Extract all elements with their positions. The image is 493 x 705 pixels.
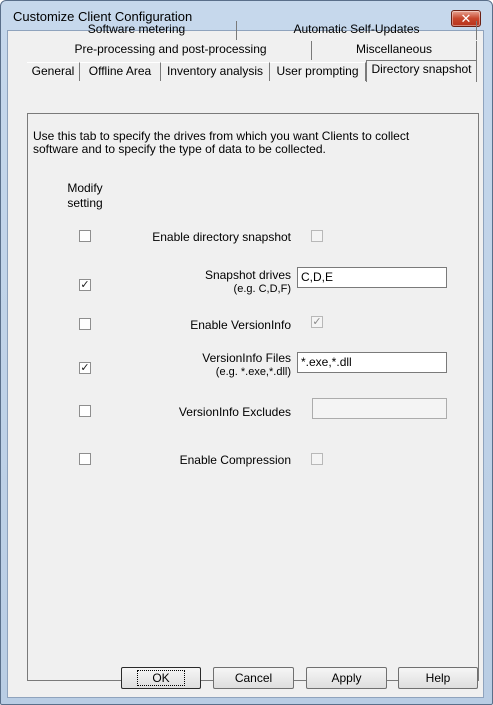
label-enable-compression: Enable Compression <box>179 453 291 467</box>
modify-checkbox-versioninfo-files[interactable]: ✓ <box>79 362 91 374</box>
tab-miscellaneous[interactable]: Miscellaneous <box>312 41 477 60</box>
label-hint: (e.g. *.exe,*.dll) <box>215 366 291 378</box>
cancel-button[interactable]: Cancel <box>213 667 294 689</box>
modify-checkbox-enable-directory-snapshot[interactable] <box>79 230 91 242</box>
label-enable-versioninfo: Enable VersionInfo <box>190 318 291 332</box>
label-versioninfo-excludes: VersionInfo Excludes <box>178 405 291 419</box>
checkbox-enable-versioninfo[interactable]: ✓ <box>311 316 323 328</box>
checkbox-enable-compression[interactable] <box>311 453 323 465</box>
tab-automatic-self-updates[interactable]: Automatic Self-Updates <box>237 21 477 40</box>
tab-pre-post-processing[interactable]: Pre-processing and post-processing <box>30 41 312 60</box>
label-text: Snapshot drives <box>204 268 291 282</box>
tab-label: Miscellaneous <box>355 42 433 56</box>
tab-inventory-analysis[interactable]: Inventory analysis <box>161 62 270 81</box>
label-versioninfo-files: VersionInfo Files (e.g. *.exe,*.dll) <box>120 351 291 379</box>
tab-offline-area[interactable]: Offline Area <box>80 62 161 81</box>
checkbox-enable-directory-snapshot[interactable] <box>311 230 323 242</box>
ok-button[interactable]: OK <box>121 667 201 689</box>
button-label: Apply <box>331 671 362 685</box>
tab-label: Software metering <box>87 22 186 36</box>
tab-label: Inventory analysis <box>166 64 264 78</box>
label-snapshot-drives: Snapshot drives (e.g. C,D,F) <box>120 268 291 296</box>
button-label: Help <box>425 671 451 685</box>
modify-checkbox-versioninfo-excludes[interactable] <box>79 405 91 417</box>
tab-label: General <box>31 64 75 78</box>
versioninfo-excludes-input[interactable] <box>312 398 447 419</box>
label-text: VersionInfo Files <box>202 351 291 365</box>
apply-button[interactable]: Apply <box>306 667 387 689</box>
tab-label: Pre-processing and post-processing <box>74 42 267 56</box>
tab-software-metering[interactable]: Software metering <box>37 21 237 40</box>
tab-general[interactable]: General <box>27 62 80 81</box>
tab-label: Offline Area <box>88 64 152 78</box>
tab-label: Directory snapshot <box>371 62 472 76</box>
button-label: OK <box>137 670 185 686</box>
tab-label: User prompting <box>276 64 359 78</box>
help-button[interactable]: Help <box>398 667 478 689</box>
modify-checkbox-enable-versioninfo[interactable] <box>79 318 91 330</box>
checkmark-icon: ✓ <box>80 279 90 291</box>
tab-label: Automatic Self-Updates <box>293 22 420 36</box>
modify-checkbox-enable-compression[interactable] <box>79 453 91 465</box>
checkmark-icon: ✓ <box>80 362 90 374</box>
versioninfo-files-input[interactable]: *.exe,*.dll <box>297 352 447 373</box>
label-hint: (e.g. C,D,F) <box>233 283 291 295</box>
button-label: Cancel <box>234 671 273 685</box>
snapshot-drives-input[interactable]: C,D,E <box>297 267 447 288</box>
tab-user-prompting[interactable]: User prompting <box>270 62 366 81</box>
tab-directory-snapshot[interactable]: Directory snapshot <box>366 60 477 82</box>
modify-setting-header: Modify setting <box>67 181 103 210</box>
label-enable-directory-snapshot: Enable directory snapshot <box>152 230 291 244</box>
checkmark-icon: ✓ <box>312 316 322 328</box>
modify-checkbox-snapshot-drives[interactable]: ✓ <box>79 279 91 291</box>
description-text: Use this tab to specify the drives from … <box>33 129 410 156</box>
